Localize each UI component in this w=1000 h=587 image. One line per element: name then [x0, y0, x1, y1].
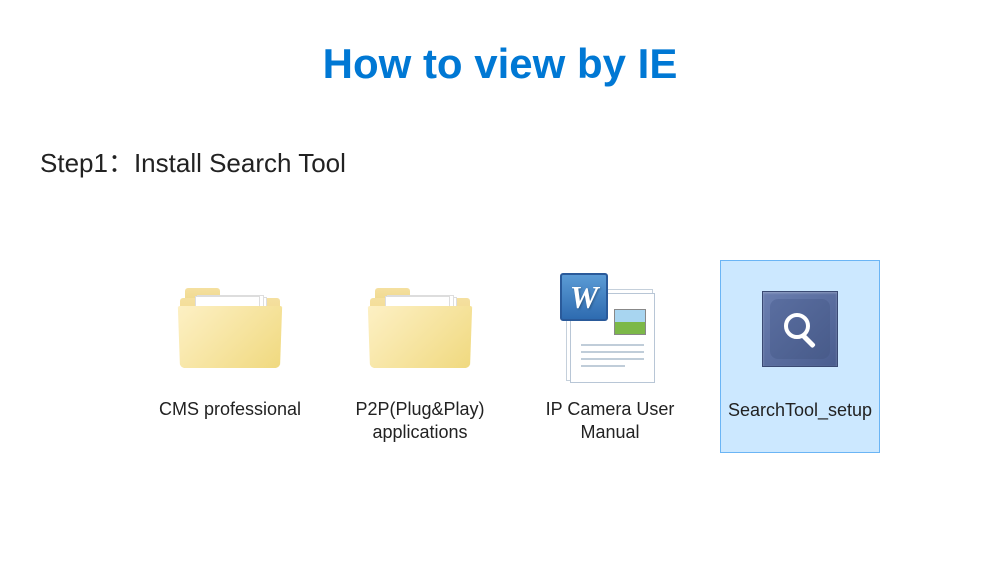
- file-item-label: CMS professional: [159, 398, 301, 421]
- step-heading: Step1：Install Search Tool: [40, 143, 1000, 180]
- page-title: How to view by IE: [0, 40, 1000, 88]
- file-item-label: P2P(Plug&Play) applications: [348, 398, 492, 445]
- word-document-icon: W: [550, 268, 670, 388]
- file-item-cms-professional[interactable]: CMS professional: [150, 260, 310, 453]
- folder-icon: [360, 268, 480, 388]
- file-item-ip-camera-manual[interactable]: W IP Camera User Manual: [530, 260, 690, 453]
- file-item-label: IP Camera User Manual: [538, 398, 682, 445]
- file-items-row: CMS professional P2P(Plug&Play) applicat…: [150, 260, 1000, 453]
- search-app-icon: [740, 269, 860, 389]
- file-item-label: SearchTool_setup: [728, 399, 872, 422]
- file-item-searchtool-setup[interactable]: SearchTool_setup: [720, 260, 880, 453]
- folder-icon: [170, 268, 290, 388]
- file-item-p2p-applications[interactable]: P2P(Plug&Play) applications: [340, 260, 500, 453]
